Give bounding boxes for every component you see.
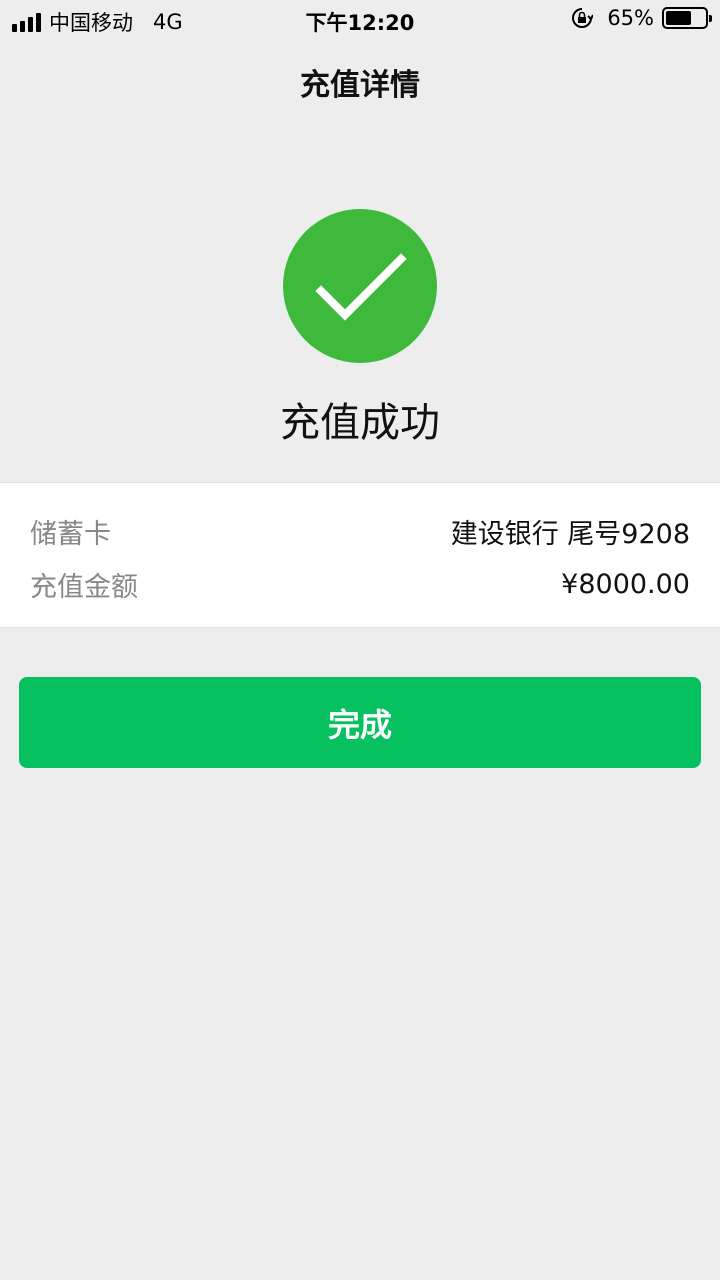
done-button[interactable]: 完成 — [19, 677, 701, 768]
card-label: 储蓄卡 — [30, 518, 111, 550]
amount-label: 充值金额 — [30, 571, 138, 603]
battery-icon — [662, 7, 712, 29]
card-row: 储蓄卡 建设银行 尾号9208 — [30, 511, 690, 551]
recharge-details-card: 储蓄卡 建设银行 尾号9208 充值金额 ¥8000.00 — [0, 482, 720, 628]
rotation-lock-icon — [571, 7, 594, 29]
amount-value: ¥8000.00 — [561, 568, 690, 600]
page-title: 充值详情 — [300, 68, 420, 103]
success-check-icon — [283, 209, 437, 363]
success-message: 充值成功 — [280, 400, 440, 446]
card-value: 建设银行 尾号9208 — [450, 518, 690, 550]
amount-row: 充值金额 ¥8000.00 — [30, 564, 690, 604]
status-bar: 中国移动 4G 下午12:20 65% — [0, 0, 720, 40]
battery-percentage: 65% — [607, 6, 654, 30]
